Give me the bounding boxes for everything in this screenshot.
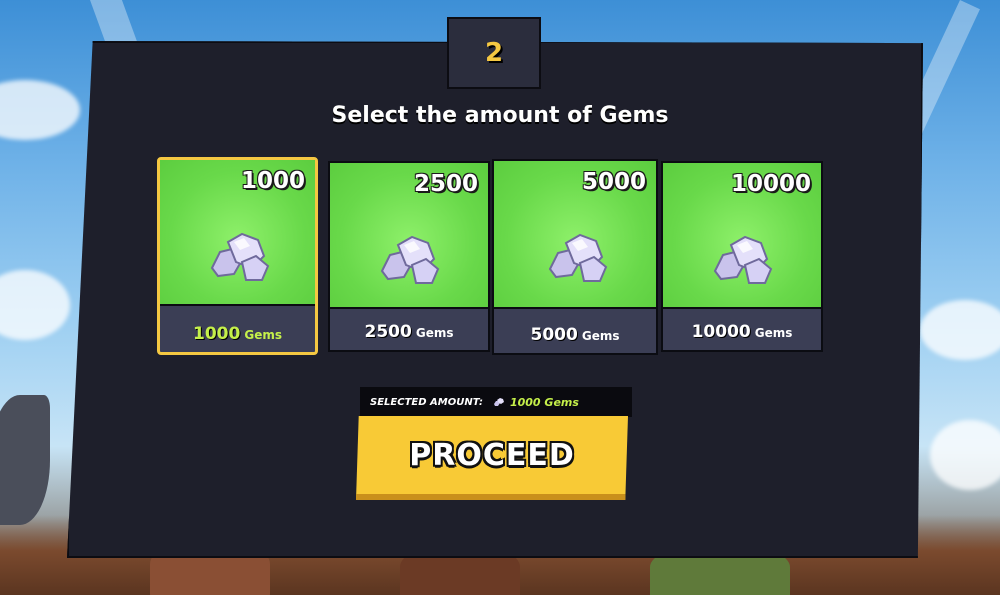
background-weapon — [0, 395, 50, 525]
gem-icon — [380, 235, 440, 284]
gem-package-card-2500[interactable]: 2500 2500 Gems — [328, 161, 490, 352]
step-indicator: 2 — [447, 17, 541, 89]
game-screen: 2 Select the amount of Gems 1000 1000 Gem… — [0, 0, 1000, 595]
card-label: 2500 Gems — [330, 322, 488, 342]
gem-package-card-1000[interactable]: 1000 1000 Gems — [157, 157, 318, 355]
card-amount: 2500 — [413, 171, 478, 197]
card-label: 1000 Gems — [160, 324, 315, 344]
background-cloud — [920, 300, 1000, 360]
gem-package-card-5000[interactable]: 5000 5000 Gems — [492, 159, 658, 355]
card-image-area: 5000 — [494, 161, 656, 309]
card-label-number: 10000 — [691, 322, 751, 342]
proceed-button-label: PROCEED — [409, 437, 575, 473]
card-label-number: 5000 — [530, 325, 578, 345]
card-label: 10000 Gems — [663, 322, 821, 342]
card-label: 5000 Gems — [494, 325, 656, 345]
card-amount: 1000 — [240, 168, 305, 194]
card-image-area: 2500 — [330, 163, 488, 309]
card-label-unit: Gems — [581, 329, 620, 343]
card-amount: 10000 — [730, 171, 811, 197]
selected-amount-label: SELECTED AMOUNT: — [370, 396, 483, 408]
gem-icon — [713, 235, 773, 284]
card-label-number: 2500 — [364, 322, 412, 342]
card-amount: 5000 — [581, 169, 646, 195]
gem-icon — [493, 398, 504, 406]
card-label-number: 1000 — [193, 324, 241, 344]
selected-amount-value: 1000 Gems — [509, 395, 579, 409]
card-label-unit: Gems — [754, 326, 793, 340]
page-title: Select the amount of Gems — [331, 103, 669, 128]
card-image-area: 10000 — [663, 163, 821, 309]
step-number: 2 — [484, 38, 504, 68]
proceed-button[interactable]: PROCEED — [356, 416, 628, 500]
background-cloud — [0, 270, 70, 340]
card-label-unit: Gems — [244, 328, 282, 342]
card-label-unit: Gems — [415, 326, 454, 340]
gem-icon — [210, 232, 270, 281]
selected-amount-bar: SELECTED AMOUNT: 1000 Gems — [360, 387, 632, 417]
gem-icon — [548, 233, 608, 282]
background-cloud — [930, 420, 1000, 490]
gem-package-card-10000[interactable]: 10000 10000 Gems — [661, 161, 823, 352]
card-image-area: 1000 — [160, 160, 315, 306]
